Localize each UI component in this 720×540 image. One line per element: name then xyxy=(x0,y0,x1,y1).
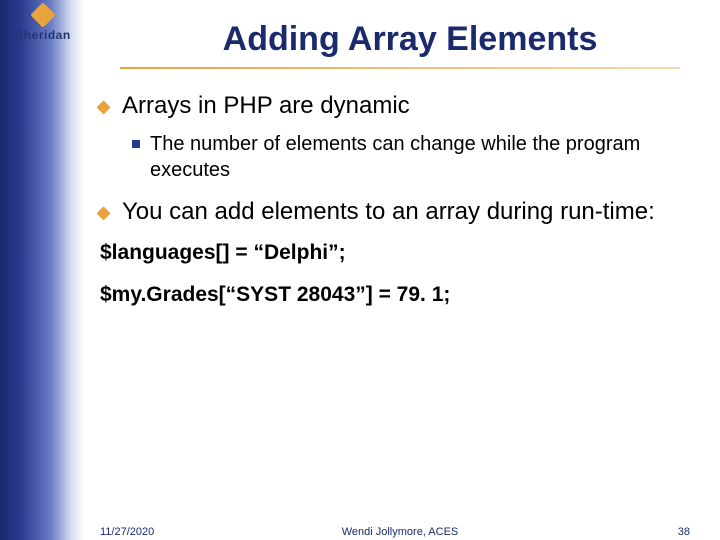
footer-page-number: 38 xyxy=(678,526,690,538)
bullet-text: The number of elements can change while … xyxy=(150,131,700,183)
slide-body: Arrays in PHP are dynamic The number of … xyxy=(100,91,700,310)
logo-text: Sheridan xyxy=(8,28,78,42)
code-line: $my.Grades[“SYST 28043”] = 79. 1; xyxy=(100,279,700,311)
footer-author: Wendi Jollymore, ACES xyxy=(100,526,700,538)
logo: Sheridan xyxy=(8,6,78,42)
slide-content: Adding Array Elements Arrays in PHP are … xyxy=(100,20,700,316)
diamond-bullet-icon xyxy=(97,100,111,114)
slide-title: Adding Array Elements xyxy=(120,20,700,59)
diamond-bullet-icon xyxy=(97,206,111,220)
left-gradient-band xyxy=(0,0,84,540)
square-bullet-icon xyxy=(132,140,140,148)
logo-diamond-icon xyxy=(30,2,55,27)
code-line: $languages[] = “Delphi”; xyxy=(100,237,700,269)
bullet-level-1: Arrays in PHP are dynamic xyxy=(100,91,700,121)
bullet-text: Arrays in PHP are dynamic xyxy=(122,91,410,121)
bullet-level-1: You can add elements to an array during … xyxy=(100,197,700,227)
bullet-text: You can add elements to an array during … xyxy=(122,197,655,227)
title-rule xyxy=(120,67,680,69)
bullet-level-2: The number of elements can change while … xyxy=(132,131,700,183)
